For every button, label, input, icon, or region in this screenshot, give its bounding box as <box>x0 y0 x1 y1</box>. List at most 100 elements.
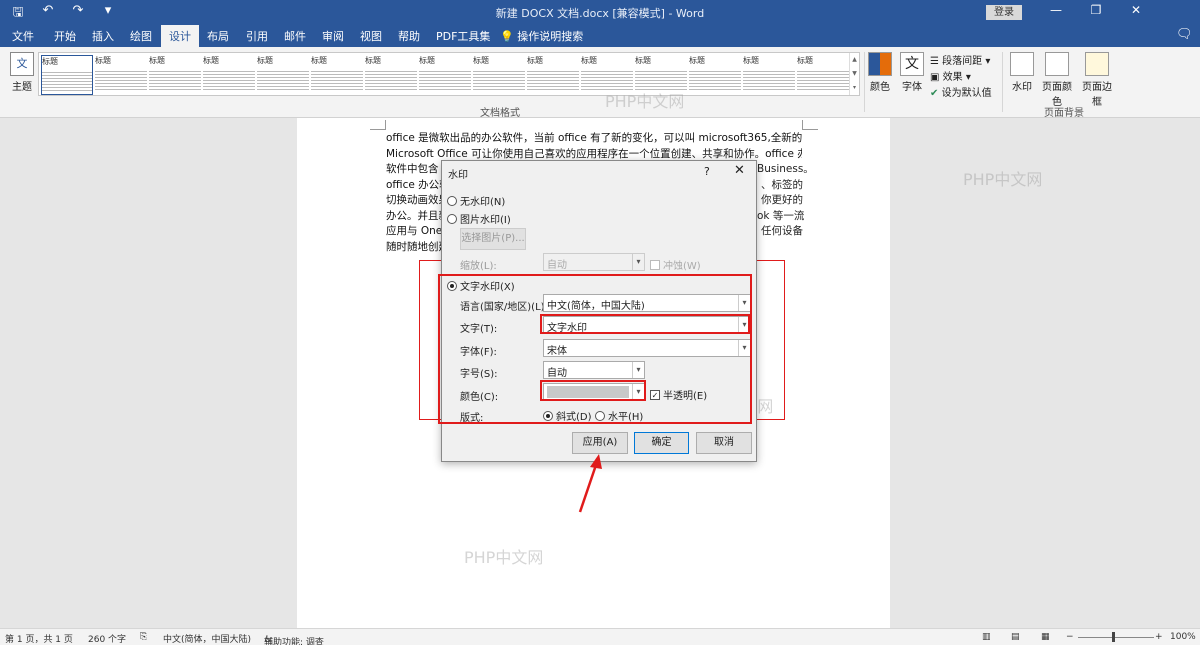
page-count[interactable]: 第 1 页，共 1 页 <box>5 632 73 645</box>
watermark-text: PHP中文网 <box>963 170 1043 189</box>
colors-button[interactable]: 颜色 <box>866 52 894 93</box>
tab-help[interactable]: 帮助 <box>398 28 420 44</box>
paragraph-spacing-label: 段落间距 <box>942 56 983 67</box>
style-thumb[interactable]: 标题 <box>527 55 579 95</box>
tab-layout[interactable]: 布局 <box>207 28 229 44</box>
tell-me-search[interactable]: 💡 操作说明搜索 <box>500 28 583 44</box>
divider <box>1002 52 1003 112</box>
watermark-icon <box>1010 52 1034 76</box>
watermark-text: PHP中文网 <box>464 548 544 567</box>
document-line-ends: Business。 、标签的 你更好的 ok 等一流 任何设备 <box>757 162 814 240</box>
page-border-button[interactable]: 页面边框 <box>1078 52 1116 108</box>
fonts-label: 字体 <box>902 82 922 93</box>
lightbulb-icon: 💡 <box>500 30 514 43</box>
title-bar: 🖫 ↶ ↷ ▾ 新建 DOCX 文档.docx [兼容模式] - Word 登录… <box>0 0 1200 25</box>
dialog-title: 水印 <box>448 170 468 181</box>
watermark-label: 水印 <box>1012 82 1032 93</box>
zoom-in-icon[interactable]: + <box>1155 632 1163 642</box>
style-thumb[interactable]: 标题 <box>797 55 849 95</box>
fonts-button[interactable]: 文 字体 <box>898 52 926 93</box>
comment-icon[interactable]: 🗨 <box>1176 27 1193 42</box>
document-fragment: Business。 <box>757 163 814 175</box>
document-line: office 是微软出品的办公软件，当前 office 有了新的变化，可以叫 m… <box>386 132 802 144</box>
style-thumb[interactable]: 标题 <box>95 55 147 95</box>
close-icon[interactable]: ✕ <box>1116 3 1156 17</box>
divider <box>864 52 865 112</box>
radio-dot <box>447 213 457 224</box>
tab-references[interactable]: 引用 <box>246 28 268 44</box>
radio-label: 无水印(N) <box>460 197 506 208</box>
chevron-down-icon: ▾ <box>632 254 644 270</box>
cancel-button[interactable]: 取消 <box>696 432 752 454</box>
select-picture-button[interactable]: 选择图片(P)... <box>460 228 526 250</box>
proofing-icon[interactable]: ⎘ <box>140 632 147 642</box>
style-set-gallery: 标题 标题 标题 标题 标题 标题 标题 标题 标题 标题 标题 标题 标题 标… <box>38 52 860 96</box>
tab-design[interactable]: 设计 <box>161 25 199 47</box>
tab-draw[interactable]: 绘图 <box>130 28 152 44</box>
fonts-icon: 文 <box>900 52 924 76</box>
style-thumb[interactable]: 标题 <box>473 55 525 95</box>
washout-checkbox[interactable]: 冲蚀(W) <box>650 257 701 272</box>
scale-label: 缩放(L): <box>460 261 497 272</box>
paragraph-spacing-icon: ☰ <box>930 56 939 67</box>
login-button[interactable]: 登录 <box>986 5 1022 20</box>
watermark-text: PHP中文网 <box>605 92 685 111</box>
read-mode-icon[interactable]: ▥ <box>982 632 991 642</box>
page-color-button[interactable]: 页面颜色 <box>1038 52 1076 108</box>
close-icon[interactable]: ✕ <box>734 163 745 178</box>
annotation-box <box>438 274 752 424</box>
tab-insert[interactable]: 插入 <box>92 28 114 44</box>
paragraph-spacing-button[interactable]: ☰ 段落间距 ▾ <box>930 52 990 67</box>
colors-label: 颜色 <box>870 82 890 93</box>
annotation-arrow <box>578 454 602 513</box>
effects-icon: ▣ <box>930 72 940 83</box>
checkbox-box <box>650 259 660 270</box>
themes-button[interactable]: 文 主题 <box>8 52 36 93</box>
watermark-button[interactable]: 水印 <box>1008 52 1036 93</box>
zoom-level[interactable]: 100% <box>1170 632 1196 642</box>
zoom-slider-thumb[interactable] <box>1112 632 1115 642</box>
tab-mailings[interactable]: 邮件 <box>284 28 306 44</box>
style-thumb[interactable]: 标题 <box>203 55 255 95</box>
style-thumb[interactable]: 标题 <box>257 55 309 95</box>
style-thumb[interactable]: 标题 <box>743 55 795 95</box>
styles-group-label: 文档格式 <box>480 108 520 119</box>
picture-watermark-radio[interactable]: 图片水印(I) <box>447 211 511 226</box>
style-thumb[interactable]: 标题 <box>419 55 471 95</box>
radio-label: 图片水印(I) <box>460 215 511 226</box>
zoom-out-icon[interactable]: − <box>1066 632 1074 642</box>
restore-icon[interactable]: ❐ <box>1076 3 1116 17</box>
ribbon-tabs: 文件 开始 插入 绘图 设计 布局 引用 邮件 审阅 视图 帮助 PDF工具集 … <box>0 25 1200 47</box>
ribbon: 文 主题 标题 标题 标题 标题 标题 标题 标题 标题 标题 标题 标题 标题… <box>0 47 1200 119</box>
zoom-slider[interactable] <box>1078 637 1154 638</box>
themes-icon: 文 <box>10 52 34 76</box>
style-thumb[interactable]: 标题 <box>311 55 363 95</box>
crop-mark <box>802 120 818 130</box>
set-default-button[interactable]: ✔ 设为默认值 <box>930 84 992 99</box>
no-watermark-radio[interactable]: 无水印(N) <box>447 193 505 208</box>
print-layout-icon[interactable]: ▤ <box>1011 632 1020 642</box>
help-icon[interactable]: ? <box>704 165 710 178</box>
themes-label: 主题 <box>12 82 32 93</box>
document-fragment: ok 等一流 <box>757 209 805 222</box>
gallery-scrollbar[interactable]: ▲ ▼ ▾ <box>849 53 859 95</box>
page-background-group-label: 页面背景 <box>1044 108 1084 119</box>
web-layout-icon[interactable]: ▦ <box>1041 632 1050 642</box>
word-count[interactable]: 260 个字 <box>88 632 126 645</box>
tab-home[interactable]: 开始 <box>54 28 76 44</box>
tab-file[interactable]: 文件 <box>12 28 34 44</box>
tab-pdf-tools[interactable]: PDF工具集 <box>436 28 490 44</box>
tab-review[interactable]: 审阅 <box>322 28 344 44</box>
tab-view[interactable]: 视图 <box>360 28 382 44</box>
document-fragment: 、标签的 <box>761 178 803 191</box>
style-thumb[interactable]: 标题 <box>365 55 417 95</box>
style-thumb[interactable]: 标题 <box>41 55 93 95</box>
minimize-icon[interactable]: — <box>1036 3 1076 17</box>
scale-select[interactable]: 自动 ▾ <box>543 253 645 271</box>
style-thumb[interactable]: 标题 <box>149 55 201 95</box>
status-bar: 第 1 页，共 1 页 260 个字 ⎘ 中文(简体，中国大陆) ♿ 辅助功能:… <box>0 628 1200 645</box>
ok-button[interactable]: 确定 <box>634 432 689 454</box>
effects-button[interactable]: ▣ 效果 ▾ <box>930 68 971 83</box>
language-status[interactable]: 中文(简体，中国大陆) <box>163 632 251 645</box>
style-thumb[interactable]: 标题 <box>689 55 741 95</box>
